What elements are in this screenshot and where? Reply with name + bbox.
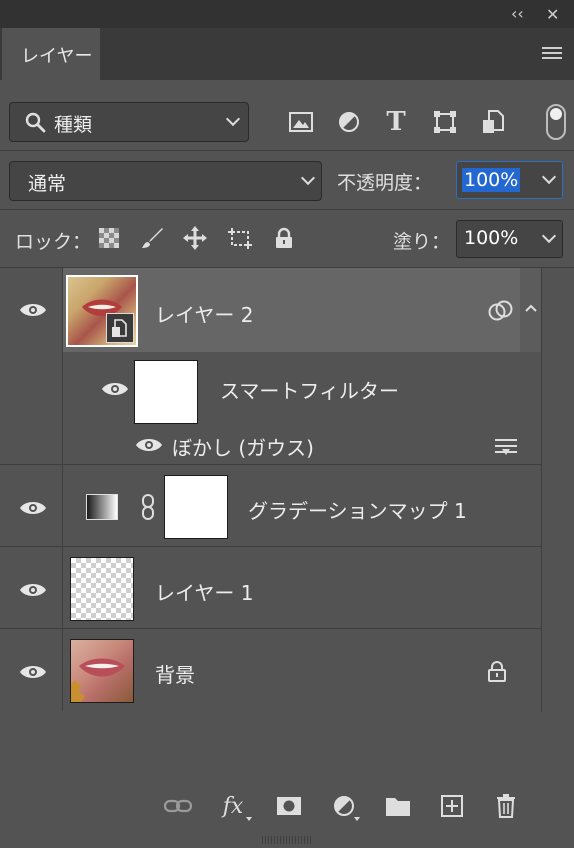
- close-icon[interactable]: ✕: [546, 5, 559, 24]
- layer-name: レイヤー 1: [155, 581, 254, 605]
- fill-input[interactable]: 100%: [456, 220, 536, 258]
- eye-icon[interactable]: [19, 301, 47, 319]
- lock-position-icon[interactable]: [181, 224, 209, 252]
- lock-icon[interactable]: [487, 660, 507, 682]
- visibility-column: [0, 268, 63, 352]
- eye-icon[interactable]: [19, 499, 47, 517]
- type-filter-icon[interactable]: T: [382, 107, 410, 137]
- filter-toggle[interactable]: [546, 104, 566, 140]
- eye-icon[interactable]: [19, 663, 47, 681]
- filter-kind-label: 種類: [54, 114, 93, 136]
- layer-thumbnail: [66, 275, 138, 347]
- chevron-down-icon: [300, 170, 316, 186]
- lock-label: ロック：: [15, 231, 92, 253]
- visibility-column: [0, 465, 63, 546]
- filter-name-gaussian-blur[interactable]: ぼかし (ガウス): [172, 432, 314, 461]
- layer-mask-icon[interactable]: [274, 793, 304, 819]
- layers-scrollbar[interactable]: [541, 268, 574, 712]
- background-thumbnail: [70, 639, 134, 703]
- shape-filter-icon[interactable]: [431, 108, 459, 136]
- visibility-column: [0, 629, 63, 711]
- layer-name: レイヤー 2: [155, 303, 254, 327]
- filter-blending-options-icon[interactable]: [493, 436, 519, 458]
- transparent-layer-thumbnail: [70, 557, 134, 621]
- hamburger-menu-icon[interactable]: [542, 46, 562, 62]
- layer-name: 背景: [155, 663, 195, 687]
- fill-label: 塗り：: [393, 231, 451, 253]
- fill-value: 100%: [464, 227, 519, 249]
- adjustment-filter-icon[interactable]: [335, 108, 363, 136]
- opacity-label: 不透明度：: [337, 172, 433, 194]
- blend-mode-label: 通常: [28, 173, 67, 195]
- tab-layers-label: レイヤー: [21, 46, 93, 67]
- layer-row-layer-1[interactable]: レイヤー 1: [0, 547, 541, 628]
- layer-mask-thumbnail: [164, 475, 228, 539]
- opacity-value: 100%: [462, 168, 521, 192]
- lock-image-pixels-icon[interactable]: [138, 224, 166, 252]
- smart-filters-group: スマートフィルター ぼかし (ガウス): [0, 352, 541, 464]
- smart-filters-label: スマートフィルター: [220, 379, 399, 403]
- resize-grip[interactable]: [262, 836, 312, 844]
- smart-filter-indicator-icon: [488, 300, 513, 321]
- trash-icon[interactable]: [491, 793, 521, 819]
- fill-dropdown-button[interactable]: [535, 220, 563, 258]
- layer-row-layer-2[interactable]: レイヤー 2: [0, 268, 541, 352]
- layer-row-gradient-map-1[interactable]: グラデーションマップ 1: [0, 465, 541, 546]
- tab-layers[interactable]: レイヤー: [2, 28, 100, 82]
- blend-mode-dropdown[interactable]: 通常: [9, 161, 322, 201]
- filter-kind-dropdown[interactable]: 種類: [9, 102, 249, 142]
- layer-name: グラデーションマップ 1: [248, 499, 467, 523]
- visibility-column: [0, 547, 63, 628]
- chevron-down-icon: [225, 111, 241, 127]
- opacity-input[interactable]: 100%: [456, 161, 536, 199]
- lock-transparent-pixels-icon[interactable]: [95, 224, 123, 252]
- chevron-down-icon: [541, 169, 557, 185]
- panel-title-bar: ‹‹ ✕: [0, 0, 574, 28]
- gradient-map-adjustment-icon: [86, 494, 118, 520]
- smart-filter-mask-thumbnail: [134, 360, 198, 424]
- search-icon: [25, 112, 46, 133]
- chevron-up-icon: [525, 304, 537, 312]
- expand-toggle[interactable]: [520, 268, 541, 352]
- eye-icon[interactable]: [101, 380, 129, 398]
- visibility-column: [0, 352, 63, 464]
- smart-object-badge-icon: [106, 313, 134, 343]
- fx-icon[interactable]: fx: [218, 793, 252, 821]
- double-chevron-left-icon[interactable]: ‹‹: [511, 4, 524, 23]
- eye-icon[interactable]: [135, 436, 163, 454]
- opacity-dropdown-button[interactable]: [535, 161, 563, 199]
- eye-icon[interactable]: [19, 581, 47, 599]
- layer-row-background[interactable]: 背景: [0, 629, 541, 711]
- chain-link-icon[interactable]: [140, 493, 156, 521]
- new-layer-icon[interactable]: [437, 793, 467, 819]
- image-filter-icon[interactable]: [287, 108, 315, 136]
- adjustment-layer-icon[interactable]: [329, 793, 360, 821]
- chevron-down-icon: [541, 228, 557, 244]
- lock-all-icon[interactable]: [270, 224, 298, 252]
- smart-object-filter-icon[interactable]: [479, 108, 507, 136]
- lock-artboard-icon[interactable]: [226, 224, 254, 252]
- group-folder-icon[interactable]: [383, 793, 413, 819]
- link-layers-icon[interactable]: [163, 793, 193, 819]
